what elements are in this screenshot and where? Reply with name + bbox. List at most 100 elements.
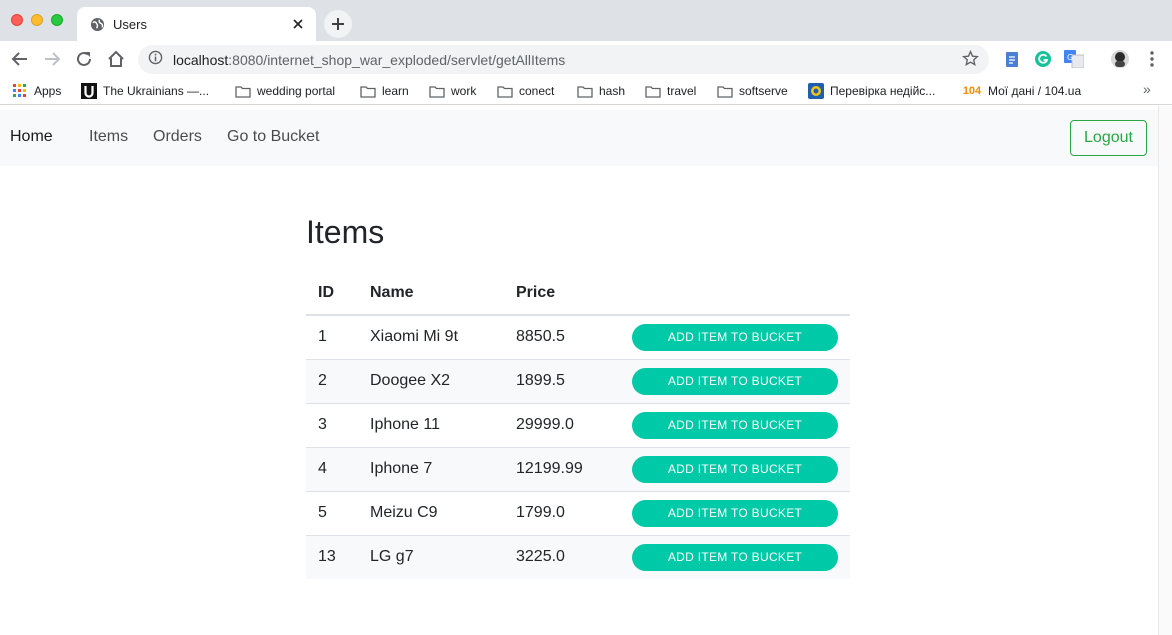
cell-action: ADD ITEM TO BUCKET [620,534,850,579]
forward-arrow-icon[interactable] [40,47,64,71]
bookmark-apps[interactable]: Apps [12,82,61,100]
info-icon[interactable] [148,50,163,70]
page-scrollbar[interactable] [1158,106,1172,635]
bookmark-folder-work[interactable]: work [429,82,476,100]
logout-button[interactable]: Logout [1070,120,1147,156]
folder-icon [717,84,733,98]
table-row: 4 Iphone 7 12199.99 ADD ITEM TO BUCKET [306,446,850,491]
cell-price: 1799.0 [504,490,620,535]
cell-name: Iphone 11 [358,402,504,447]
minimize-window-button[interactable] [31,14,43,26]
items-table: ID Name Price 1 Xiaomi Mi 9t 8850.5 ADD … [306,271,850,579]
new-tab-button[interactable] [324,10,352,38]
folder-icon [235,84,251,98]
folder-icon [360,84,376,98]
bookmark-folder-travel[interactable]: travel [645,82,696,100]
bookmark-label: work [451,84,477,98]
bookmark-label: Перевірка недійс... [830,84,936,98]
table-row: 2 Doogee X2 1899.5 ADD ITEM TO BUCKET [306,358,850,403]
add-item-to-bucket-button[interactable]: ADD ITEM TO BUCKET [632,411,838,439]
bookmark-label: conect [519,84,555,98]
apps-grid-icon [12,84,28,98]
browser-tab-strip: Users [0,0,1172,41]
cell-price: 29999.0 [504,402,620,447]
table-row: 1 Xiaomi Mi 9t 8850.5 ADD ITEM TO BUCKET [306,314,850,359]
nav-items-link[interactable]: Items [89,128,128,146]
cell-price: 12199.99 [504,446,620,491]
cell-id: 5 [306,490,358,535]
back-arrow-icon[interactable] [8,47,32,71]
browser-toolbar: localhost:8080/internet_shop_war_explode… [0,41,1172,77]
add-item-to-bucket-button[interactable]: ADD ITEM TO BUCKET [632,499,838,527]
bookmark-folder-softserve[interactable]: softserve [717,82,788,100]
bookmark-the-ukrainians[interactable]: The Ukrainians —... [81,82,209,100]
site-navbar: Home Items Orders Go to Bucket Logout [0,110,1158,166]
bookmark-label: Apps [34,84,62,98]
cell-id: 1 [306,314,358,359]
cell-id: 3 [306,402,358,447]
bookmark-label: learn [382,84,409,98]
table-row: 13 LG g7 3225.0 ADD ITEM TO BUCKET [306,534,850,579]
url-text: localhost:8080/internet_shop_war_explode… [173,51,566,68]
nav-go-to-bucket-link[interactable]: Go to Bucket [227,128,320,146]
nav-orders-link[interactable]: Orders [153,128,202,146]
extension-doc-icon[interactable] [1002,49,1022,69]
cell-name: Doogee X2 [358,358,504,403]
close-window-button[interactable] [11,14,23,26]
bookmark-folder-conect[interactable]: conect [497,82,554,100]
folder-icon [577,84,593,98]
bookmark-star-icon[interactable] [962,50,979,72]
table-row: 5 Meizu C9 1799.0 ADD ITEM TO BUCKET [306,490,850,535]
nav-home-link[interactable]: Home [10,128,53,146]
reload-icon[interactable] [72,47,96,71]
cell-action: ADD ITEM TO BUCKET [620,446,850,491]
add-item-to-bucket-button[interactable]: ADD ITEM TO BUCKET [632,323,838,351]
translate-icon[interactable]: G [1064,49,1084,69]
maximize-window-button[interactable] [51,14,63,26]
cell-id: 4 [306,446,358,491]
column-header-id: ID [306,271,358,316]
bookmark-perevirka[interactable]: Перевірка недійс... [808,82,935,100]
bookmarks-bar: Apps The Ukrainians —... wedding portal … [0,77,1172,105]
profile-avatar[interactable] [1110,49,1130,69]
address-bar[interactable]: localhost:8080/internet_shop_war_explode… [138,45,989,74]
cell-name: LG g7 [358,534,504,579]
bookmark-folder-hash[interactable]: hash [577,82,625,100]
home-icon[interactable] [104,47,128,71]
browser-tab[interactable]: Users [77,7,316,41]
bookmark-label: Мої дані / 104.ua [988,84,1082,98]
grammarly-icon[interactable] [1033,49,1053,69]
folder-icon [429,84,445,98]
tab-title: Users [113,16,147,32]
folder-icon [497,84,513,98]
folder-icon [645,84,661,98]
menu-kebab-icon[interactable] [1142,49,1162,69]
bookmark-folder-learn[interactable]: learn [360,82,409,100]
cell-price: 3225.0 [504,534,620,579]
svg-text:G: G [1067,53,1073,62]
cell-name: Xiaomi Mi 9t [358,314,504,359]
u-logo-icon [81,83,97,99]
cell-action: ADD ITEM TO BUCKET [620,314,850,359]
add-item-to-bucket-button[interactable]: ADD ITEM TO BUCKET [632,455,838,483]
column-header-actions [620,271,850,316]
cell-name: Iphone 7 [358,446,504,491]
cell-action: ADD ITEM TO BUCKET [620,402,850,447]
cell-price: 8850.5 [504,314,620,359]
page-title: Items [306,214,385,250]
bookmark-label: wedding portal [257,84,336,98]
page-viewport: Home Items Orders Go to Bucket Logout It… [0,106,1172,635]
bookmark-104-ua[interactable]: 104 Мої дані / 104.ua [962,82,1081,100]
bookmark-label: The Ukrainians —... [103,84,210,98]
bookmark-folder-wedding-portal[interactable]: wedding portal [235,82,335,100]
table-header-row: ID Name Price [306,271,850,316]
add-item-to-bucket-button[interactable]: ADD ITEM TO BUCKET [632,543,838,571]
bookmark-label: hash [599,84,626,98]
cell-id: 13 [306,534,358,579]
add-item-to-bucket-button[interactable]: ADD ITEM TO BUCKET [632,367,838,395]
close-tab-icon[interactable] [288,14,308,34]
chevron-double-right-icon[interactable]: » [1143,81,1151,97]
globe-icon [89,16,105,32]
globe-badge-icon [808,83,824,99]
cell-id: 2 [306,358,358,403]
